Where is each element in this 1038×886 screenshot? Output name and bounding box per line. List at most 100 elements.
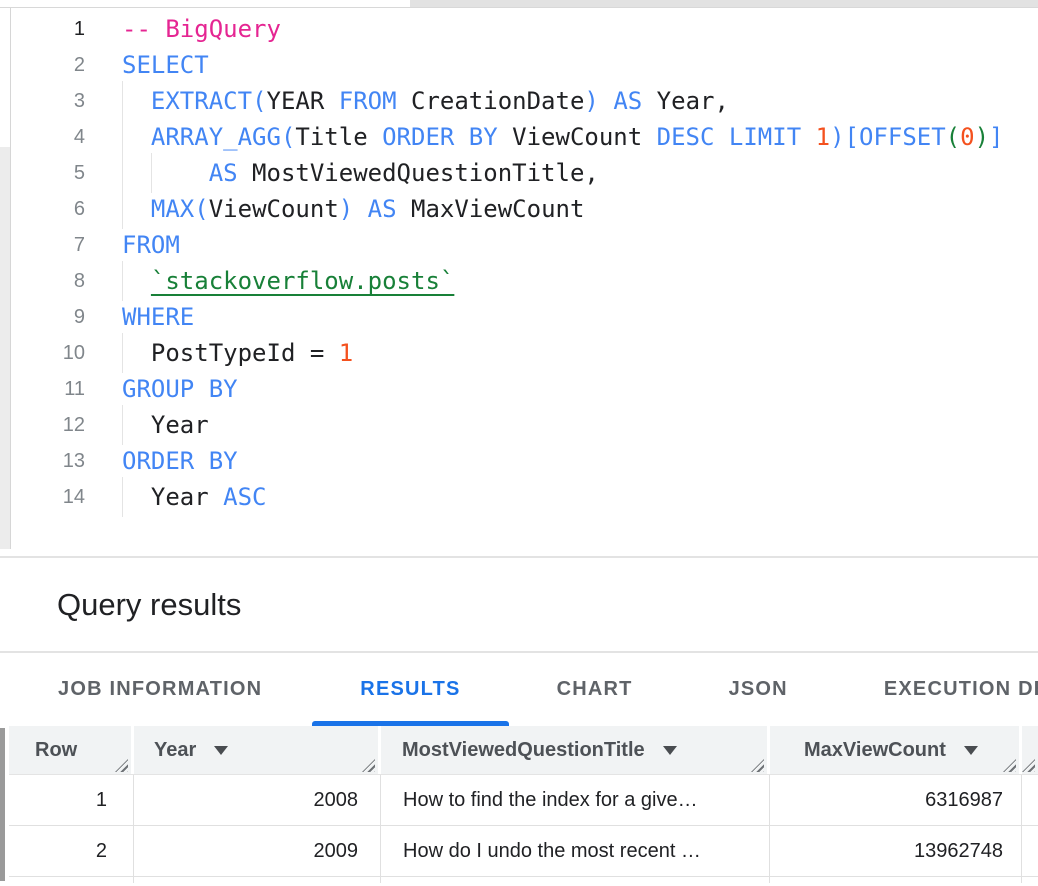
editor-vertical-scrollbar[interactable] bbox=[0, 8, 11, 549]
tab-job-information[interactable]: JOB INFORMATION bbox=[34, 653, 286, 726]
code-text: Year ASC bbox=[122, 479, 267, 515]
table-cell-empty bbox=[1022, 826, 1038, 876]
code-token: Title bbox=[295, 123, 382, 151]
code-lines[interactable]: 1-- BigQuery2SELECT3 EXTRACT(YEAR FROM C… bbox=[11, 8, 1038, 515]
column-menu-arrow-icon[interactable] bbox=[964, 746, 978, 755]
line-number: 7 bbox=[11, 227, 85, 263]
column-resize-grip-icon[interactable] bbox=[1003, 759, 1016, 772]
table-cell: 2 bbox=[9, 826, 134, 876]
code-line[interactable]: 4 ARRAY_AGG(Title ORDER BY ViewCount DES… bbox=[11, 119, 1038, 155]
tab-results[interactable]: RESULTS bbox=[312, 653, 508, 726]
code-line[interactable]: 5 AS MostViewedQuestionTitle, bbox=[11, 155, 1038, 191]
horizontal-scrollbar-thumb[interactable] bbox=[0, 0, 410, 7]
code-token: EXTRACT bbox=[151, 87, 252, 115]
code-token bbox=[122, 87, 151, 115]
code-line[interactable]: 6 MAX(ViewCount) AS MaxViewCount bbox=[11, 191, 1038, 227]
code-line[interactable]: 10 PostTypeId = 1 bbox=[11, 335, 1038, 371]
code-token: ( bbox=[946, 123, 960, 151]
sql-editor[interactable]: 1-- BigQuery2SELECT3 EXTRACT(YEAR FROM C… bbox=[0, 8, 1038, 549]
line-number: 11 bbox=[11, 371, 85, 407]
column-menu-arrow-icon[interactable] bbox=[663, 746, 677, 755]
column-resize-grip-icon[interactable] bbox=[1022, 759, 1035, 772]
column-menu-arrow-icon[interactable] bbox=[214, 746, 228, 755]
code-line[interactable]: 7 FROM bbox=[11, 227, 1038, 263]
code-line[interactable]: 14 Year ASC bbox=[11, 479, 1038, 515]
tab-json[interactable]: JSON bbox=[681, 653, 836, 726]
table-row: 12008How to find the index for a give…63… bbox=[9, 775, 1038, 826]
code-token: ORDER BY bbox=[122, 447, 238, 475]
code-token: Year bbox=[122, 411, 209, 439]
column-header-mostviewedquestiontitle[interactable]: MostViewedQuestionTitle bbox=[381, 726, 767, 774]
indent-guide bbox=[122, 117, 123, 157]
vertical-scrollbar-track[interactable] bbox=[0, 147, 10, 549]
code-token: CreationDate bbox=[397, 87, 585, 115]
page-title: Query results bbox=[57, 587, 241, 623]
column-header-label: Row bbox=[35, 739, 77, 762]
code-token: AS bbox=[613, 87, 642, 115]
column-header-row[interactable]: Row bbox=[9, 726, 131, 774]
tab-chart[interactable]: CHART bbox=[509, 653, 681, 726]
code-text: AS MostViewedQuestionTitle, bbox=[122, 155, 599, 191]
editor-horizontal-scrollbar[interactable] bbox=[0, 0, 1038, 8]
indent-guide bbox=[151, 153, 152, 193]
editor-panel-gap bbox=[0, 549, 1038, 556]
tab-execution-details[interactable]: EXECUTION DETAILS bbox=[836, 653, 1038, 726]
code-text: ORDER BY bbox=[122, 443, 238, 479]
code-text: -- BigQuery bbox=[122, 11, 281, 47]
table-vertical-scrollbar-thumb[interactable] bbox=[0, 728, 5, 881]
code-token: AS bbox=[368, 195, 397, 223]
horizontal-scrollbar-track[interactable] bbox=[410, 0, 1038, 7]
code-token: ) bbox=[584, 87, 598, 115]
code-token: MAX bbox=[151, 195, 194, 223]
code-token: OFFSET bbox=[859, 123, 946, 151]
table-cell: How to find the index for a give… bbox=[381, 775, 770, 825]
code-line[interactable]: 12 Year bbox=[11, 407, 1038, 443]
table-cell: 2009 bbox=[134, 826, 381, 876]
code-token: GROUP BY bbox=[122, 375, 238, 403]
column-header-maxviewcount[interactable]: MaxViewCount bbox=[770, 726, 1019, 774]
line-number: 6 bbox=[11, 191, 85, 227]
results-tab-bar[interactable]: JOB INFORMATION RESULTSCHARTJSONEXECUTION… bbox=[0, 653, 1038, 726]
code-token: ViewCount bbox=[209, 195, 339, 223]
table-row-partial bbox=[9, 877, 1038, 883]
table-body: 12008How to find the index for a give…63… bbox=[0, 775, 1038, 883]
code-line[interactable]: 9WHERE bbox=[11, 299, 1038, 335]
code-text: WHERE bbox=[122, 299, 194, 335]
code-token: MaxViewCount bbox=[397, 195, 585, 223]
column-header-year[interactable]: Year bbox=[134, 726, 378, 774]
column-header-clipped[interactable] bbox=[1022, 726, 1038, 774]
column-header-label: MostViewedQuestionTitle bbox=[402, 739, 645, 762]
column-resize-grip-icon[interactable] bbox=[362, 759, 375, 772]
code-line[interactable]: 2SELECT bbox=[11, 47, 1038, 83]
code-token: ORDER BY bbox=[382, 123, 498, 151]
column-resize-grip-icon[interactable] bbox=[751, 759, 764, 772]
code-line[interactable]: 8 `stackoverflow.posts` bbox=[11, 263, 1038, 299]
code-token: AS bbox=[209, 159, 238, 187]
line-number: 5 bbox=[11, 155, 85, 191]
table-reference-link[interactable]: `stackoverflow.posts` bbox=[151, 267, 454, 295]
code-token: WHERE bbox=[122, 303, 194, 331]
table-cell: 1 bbox=[9, 775, 134, 825]
table-cell bbox=[770, 877, 1022, 883]
line-number: 2 bbox=[11, 47, 85, 83]
results-table: Row Year MostViewedQuestionTitle MaxViewCou… bbox=[0, 726, 1038, 883]
code-text: ARRAY_AGG(Title ORDER BY ViewCount DESC … bbox=[122, 119, 1003, 155]
code-line[interactable]: 11 GROUP BY bbox=[11, 371, 1038, 407]
code-line[interactable]: 13ORDER BY bbox=[11, 443, 1038, 479]
code-token: -- BigQuery bbox=[122, 15, 281, 43]
table-cell-empty bbox=[1022, 775, 1038, 825]
table-cell bbox=[1022, 877, 1038, 883]
line-number: 3 bbox=[11, 83, 85, 119]
column-resize-grip-icon[interactable] bbox=[115, 759, 128, 772]
code-token: FROM bbox=[122, 231, 180, 259]
indent-guide bbox=[122, 81, 123, 121]
indent-guide bbox=[122, 405, 123, 445]
code-text: EXTRACT(YEAR FROM CreationDate) AS Year, bbox=[122, 83, 729, 119]
code-token: ) bbox=[975, 123, 989, 151]
table-row: 22009How do I undo the most recent …1396… bbox=[9, 826, 1038, 877]
code-line[interactable]: 1-- BigQuery bbox=[11, 11, 1038, 47]
code-token: Year bbox=[122, 483, 223, 511]
code-line[interactable]: 3 EXTRACT(YEAR FROM CreationDate) AS Yea… bbox=[11, 83, 1038, 119]
code-token bbox=[122, 123, 151, 151]
code-token bbox=[122, 159, 209, 187]
